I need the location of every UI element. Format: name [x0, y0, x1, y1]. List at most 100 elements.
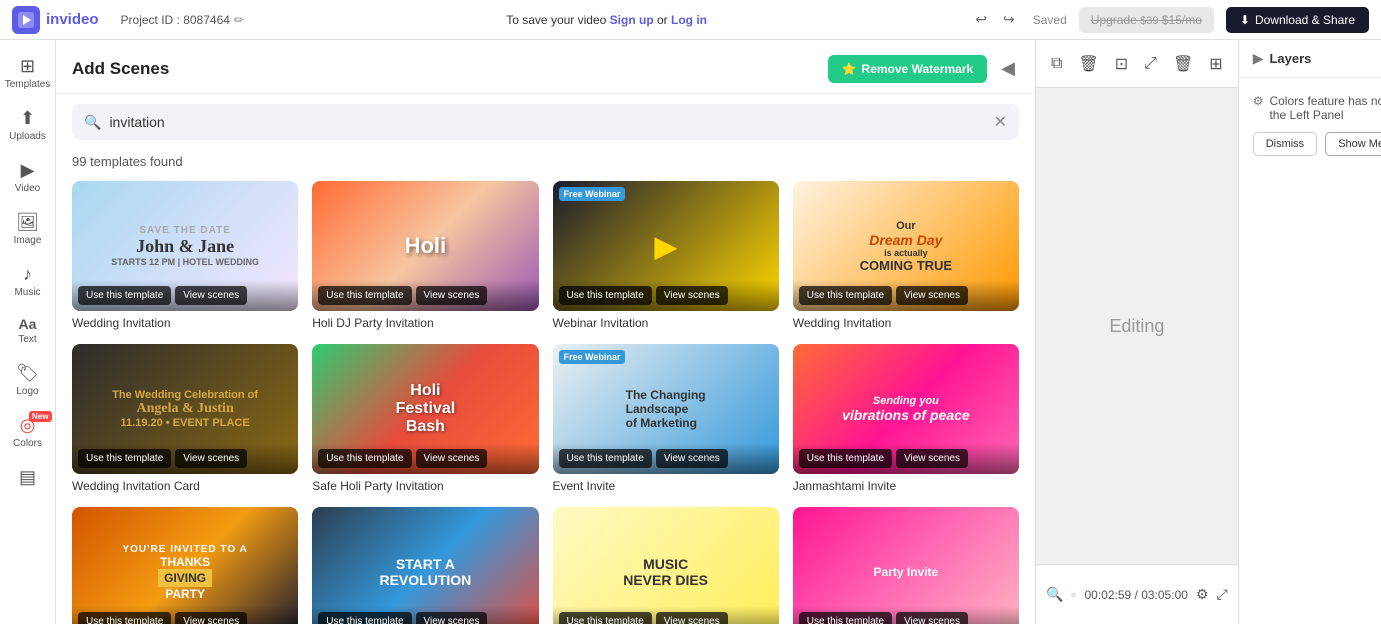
- use-template-1[interactable]: Use this template: [78, 286, 171, 305]
- use-template-5[interactable]: Use this template: [78, 449, 171, 468]
- watermark-icon: ⭐: [842, 62, 857, 76]
- login-link[interactable]: Log in: [671, 13, 707, 27]
- timeline-expand[interactable]: ⤢: [1216, 586, 1227, 603]
- layers-icon: ▤: [19, 467, 36, 488]
- redo-button[interactable]: ↪: [997, 7, 1021, 32]
- trash-button[interactable]: 🗑: [1168, 49, 1198, 79]
- use-template-10[interactable]: Use this template: [318, 612, 411, 624]
- template-card-9: YOU'RE INVITED TO A THANKS GIVING PARTY …: [72, 507, 298, 624]
- use-template-8[interactable]: Use this template: [799, 449, 892, 468]
- use-template-6[interactable]: Use this template: [318, 449, 411, 468]
- undo-button[interactable]: ↩: [969, 7, 993, 32]
- template-name-4: Wedding Invitation: [793, 316, 1019, 330]
- template-thumb-12: Party Invite Use this template View scen…: [793, 507, 1019, 624]
- delete-scene-button[interactable]: 🗑: [1073, 49, 1103, 79]
- canvas-area: Editing: [1036, 88, 1238, 564]
- view-scenes-8[interactable]: View scenes: [896, 449, 968, 468]
- download-label: Download & Share: [1255, 13, 1355, 27]
- undo-redo-group: ↩ ↪: [969, 7, 1020, 32]
- use-template-2[interactable]: Use this template: [318, 286, 411, 305]
- search-bar: 🔍 ✕: [56, 94, 1035, 150]
- editing-label: Editing: [1109, 316, 1164, 337]
- old-price: $39: [1140, 15, 1158, 27]
- view-scenes-4[interactable]: View scenes: [896, 286, 968, 305]
- sidebar-item-logo[interactable]: 🏷 Logo: [2, 355, 54, 405]
- crop-button[interactable]: ⊡: [1110, 49, 1133, 79]
- search-wrap: 🔍 ✕: [72, 104, 1019, 140]
- grid-button[interactable]: ⊞: [1204, 49, 1227, 79]
- notice-buttons: Dismiss Show Me: [1253, 132, 1381, 156]
- right-toolbar: ⧉ 🗑 ⊡ ⤢ 🗑 ⊞: [1036, 40, 1238, 88]
- use-template-3[interactable]: Use this template: [559, 286, 652, 305]
- use-template-7[interactable]: Use this template: [559, 449, 652, 468]
- view-scenes-12[interactable]: View scenes: [896, 612, 968, 624]
- timeline-progress[interactable]: [1071, 593, 1076, 597]
- music-icon: ♪: [23, 264, 32, 285]
- expand-button[interactable]: ⤢: [1139, 50, 1162, 78]
- zoom-out-button[interactable]: 🔍: [1046, 586, 1063, 603]
- dismiss-button[interactable]: Dismiss: [1253, 132, 1318, 156]
- template-grid: SAVE THE DATE John & Jane STARTS 12 PM |…: [56, 177, 1035, 624]
- template-name-6: Safe Holi Party Invitation: [312, 479, 538, 493]
- search-input[interactable]: [109, 114, 985, 130]
- thumb-actions-8: Use this template View scenes: [793, 443, 1019, 474]
- template-thumb-3: Free Webinar ▶ Use this template View sc…: [553, 181, 779, 311]
- show-me-button[interactable]: Show Me: [1325, 132, 1381, 156]
- panel-close-button[interactable]: ◀: [997, 54, 1019, 83]
- sidebar-item-video[interactable]: ▶ Video: [2, 152, 54, 202]
- sidebar-item-templates[interactable]: ⊞ Templates: [2, 48, 54, 98]
- duplicate-button[interactable]: ⧉: [1046, 50, 1067, 78]
- thumb-actions-10: Use this template View scenes: [312, 606, 538, 624]
- view-scenes-9[interactable]: View scenes: [175, 612, 247, 624]
- template-card-2: Holi Use this template View scenes Holi …: [312, 181, 538, 330]
- template-thumb-2: Holi Use this template View scenes: [312, 181, 538, 311]
- view-scenes-3[interactable]: View scenes: [656, 286, 728, 305]
- download-button[interactable]: ⬇ Download & Share: [1226, 7, 1369, 33]
- sidebar-item-layers[interactable]: ▤: [2, 459, 54, 496]
- left-sidebar: ⊞ Templates ⬆ Uploads ▶ Video 🖼 Image ♪ …: [0, 40, 56, 624]
- upgrade-button[interactable]: Upgrade $39 $15/mo: [1079, 7, 1214, 33]
- template-name-8: Janmashtami Invite: [793, 479, 1019, 493]
- thumb-actions-4: Use this template View scenes: [793, 280, 1019, 311]
- free-badge-7: Free Webinar: [559, 350, 626, 364]
- use-template-12[interactable]: Use this template: [799, 612, 892, 624]
- timeline-settings[interactable]: ⚙: [1196, 586, 1209, 603]
- view-scenes-10[interactable]: View scenes: [416, 612, 488, 624]
- remove-watermark-button[interactable]: ⭐ Remove Watermark: [828, 55, 988, 83]
- use-template-11[interactable]: Use this template: [559, 612, 652, 624]
- use-template-4[interactable]: Use this template: [799, 286, 892, 305]
- edit-icon[interactable]: ✏: [234, 13, 244, 27]
- center-message: To save your video Sign up or Log in: [256, 13, 957, 27]
- sidebar-item-image[interactable]: 🖼 Image: [2, 204, 54, 254]
- sidebar-item-music[interactable]: ♪ Music: [2, 256, 54, 306]
- sidebar-label-colors: Colors: [13, 438, 42, 449]
- template-thumb-11: MUSIC NEVER DIES Use this template View …: [553, 507, 779, 624]
- results-count: 99 templates found: [56, 150, 1035, 177]
- view-scenes-6[interactable]: View scenes: [416, 449, 488, 468]
- template-card-4: Our Dream Day is actually COMING TRUE Us…: [793, 181, 1019, 330]
- panel-title: Add Scenes: [72, 59, 828, 79]
- template-card-5: The Wedding Celebration of Angela & Just…: [72, 344, 298, 493]
- project-id: Project ID : 8087464 ✏: [121, 13, 244, 27]
- template-name-5: Wedding Invitation Card: [72, 479, 298, 493]
- view-scenes-7[interactable]: View scenes: [656, 449, 728, 468]
- thumb-actions-5: Use this template View scenes: [72, 443, 298, 474]
- view-scenes-1[interactable]: View scenes: [175, 286, 247, 305]
- view-scenes-2[interactable]: View scenes: [416, 286, 488, 305]
- signup-link[interactable]: Sign up: [610, 13, 654, 27]
- image-icon: 🖼: [16, 212, 39, 233]
- view-scenes-11[interactable]: View scenes: [656, 612, 728, 624]
- use-template-9[interactable]: Use this template: [78, 612, 171, 624]
- view-scenes-5[interactable]: View scenes: [175, 449, 247, 468]
- colors-icon: ◎: [20, 415, 36, 436]
- layers-expand-button[interactable]: ▶: [1253, 50, 1264, 67]
- sidebar-item-uploads[interactable]: ⬆ Uploads: [2, 100, 54, 150]
- sidebar-item-text[interactable]: Aa Text: [2, 308, 54, 353]
- watermark-label: Remove Watermark: [862, 62, 974, 76]
- template-card-6: Holi Festival Bash Use this template Vie…: [312, 344, 538, 493]
- template-card-12: Party Invite Use this template View scen…: [793, 507, 1019, 624]
- sidebar-item-colors[interactable]: ◎ Colors: [2, 407, 54, 457]
- topbar: invideo Project ID : 8087464 ✏ To save y…: [0, 0, 1381, 40]
- colors-notice-text: ⚙ Colors feature has now moved to the Le…: [1253, 94, 1381, 122]
- clear-search-button[interactable]: ✕: [994, 112, 1007, 132]
